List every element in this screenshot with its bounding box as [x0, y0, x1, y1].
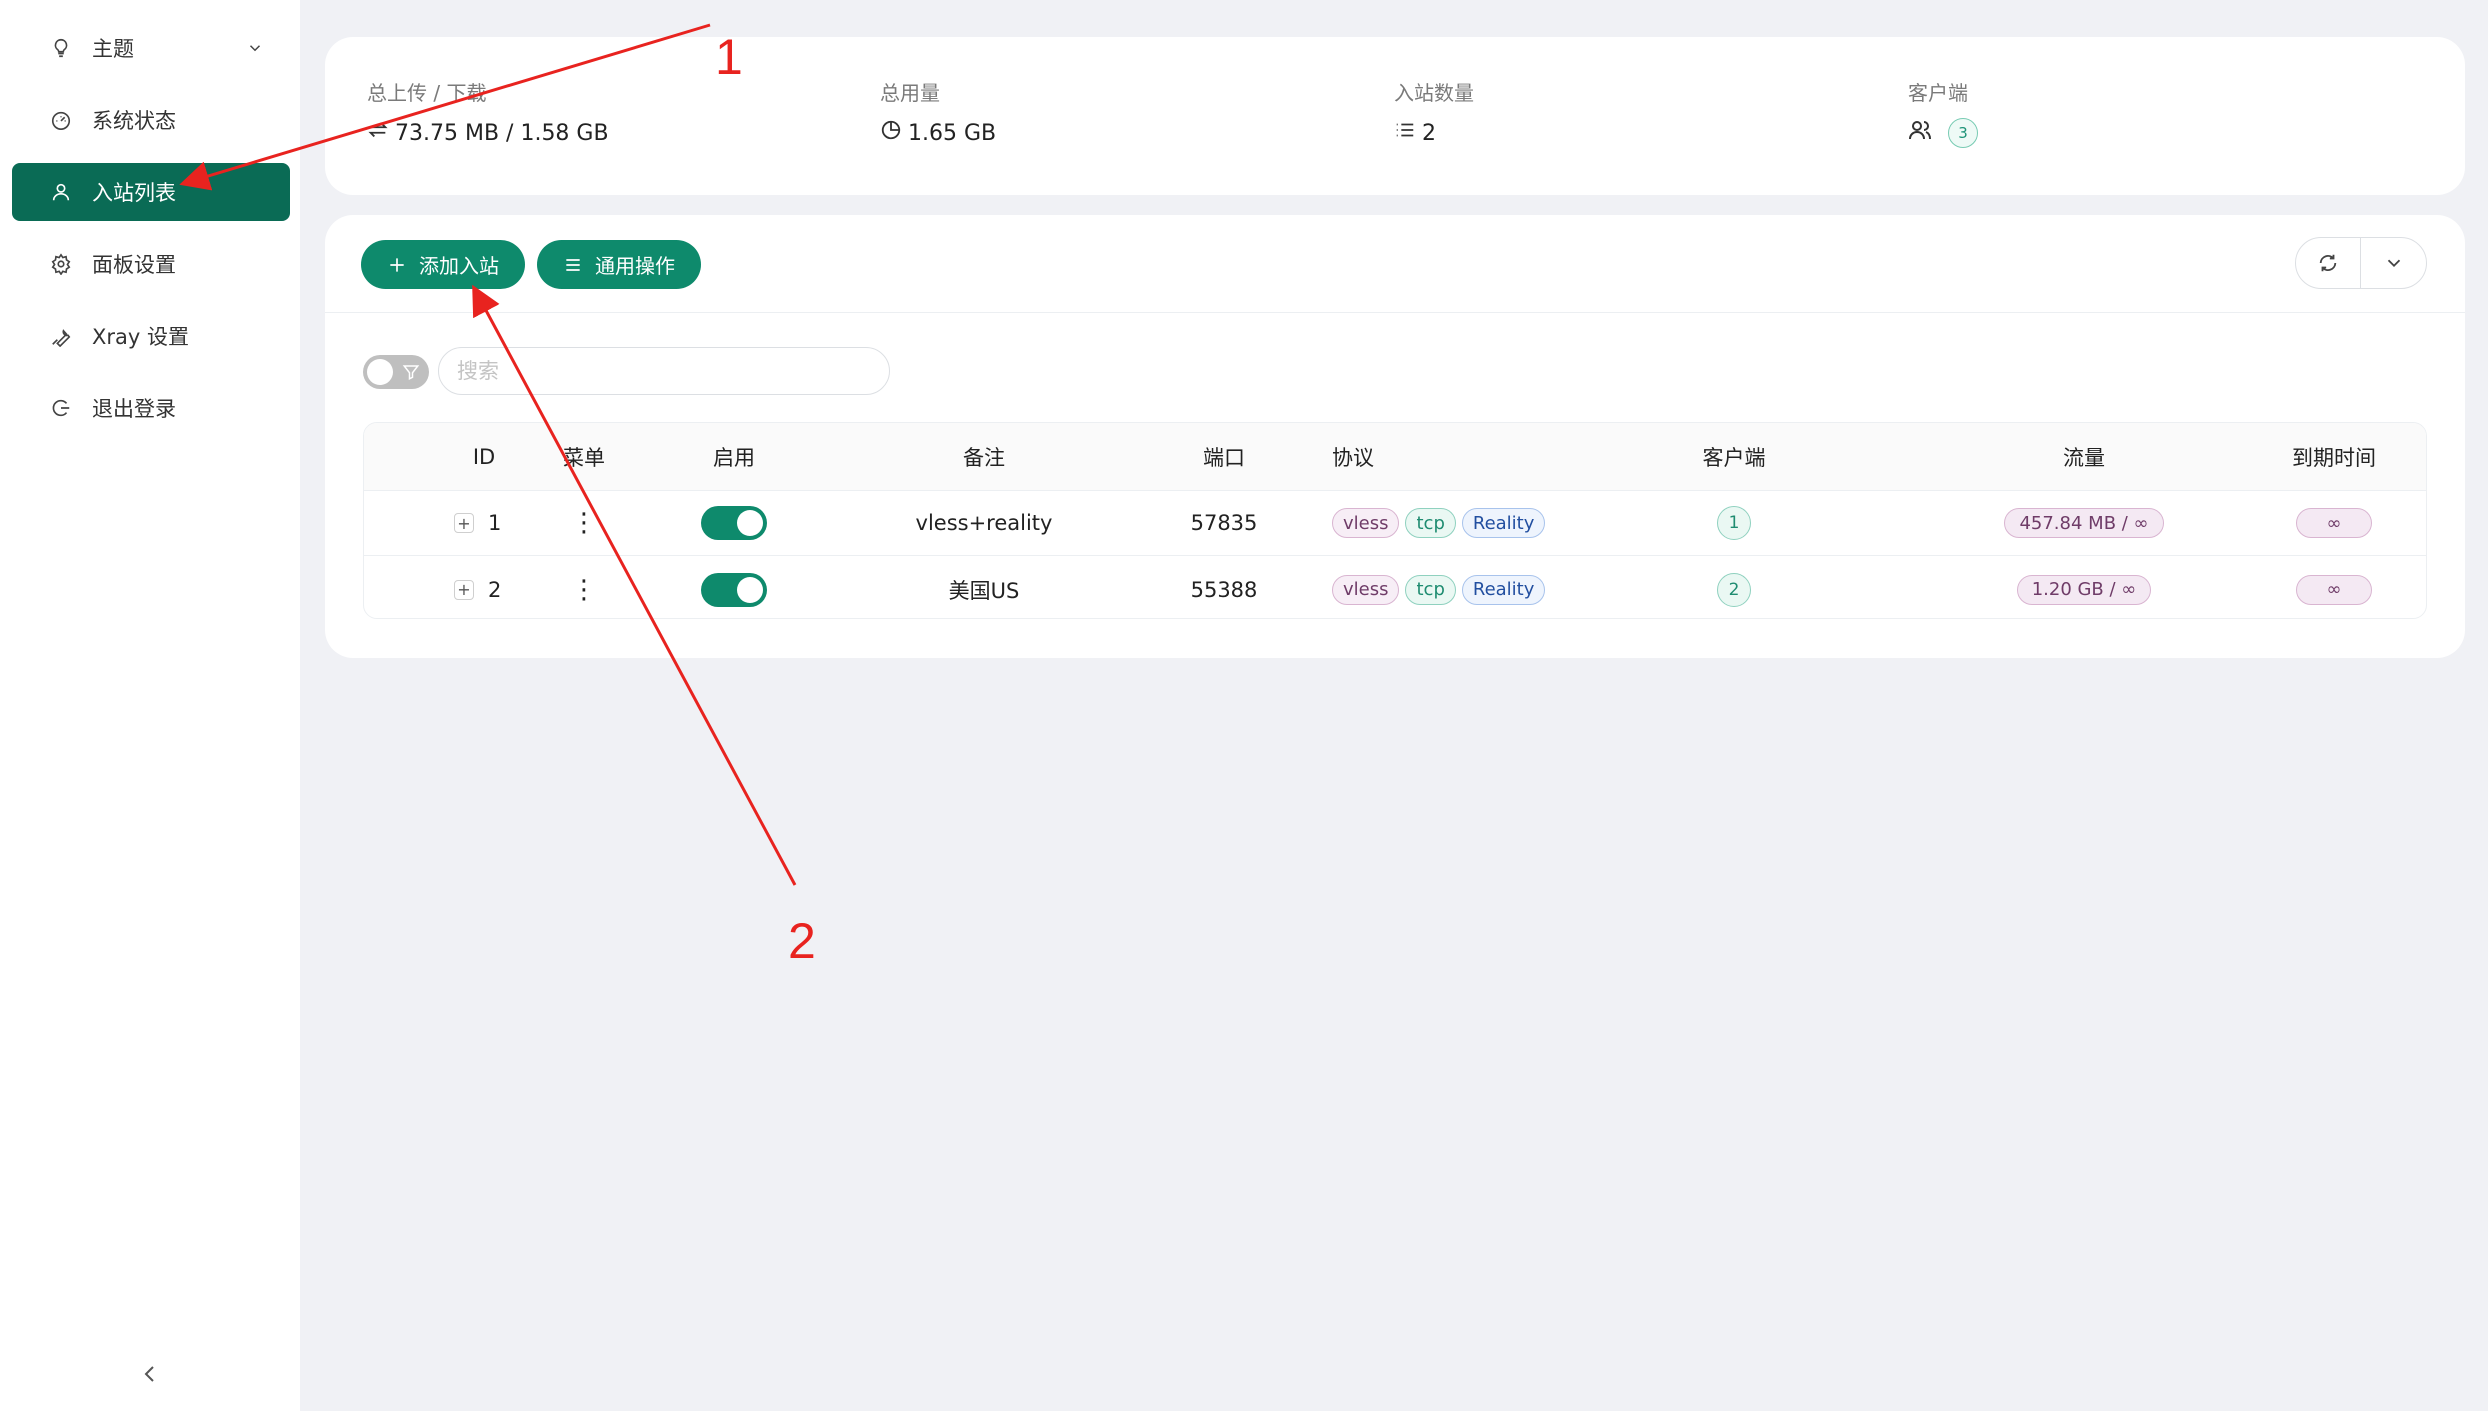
- menu-icon: [566, 258, 580, 271]
- filter-icon: [402, 363, 420, 385]
- stat-label: 客户端: [1908, 81, 1968, 105]
- stat-label: 总用量: [880, 81, 940, 105]
- clients-count-badge[interactable]: 2: [1717, 572, 1751, 607]
- list-icon: [1394, 119, 1422, 147]
- sidebar-item-inbounds[interactable]: 入站列表: [12, 163, 290, 221]
- sidebar-item-label: 面板设置: [92, 253, 176, 277]
- chevron-down-icon[interactable]: [2361, 238, 2426, 288]
- bulb-icon: [48, 35, 74, 61]
- sidebar: 主题 系统状态 入站列表 面板设置 Xray 设置 退出登录: [0, 0, 300, 1411]
- security-tag: Reality: [1461, 574, 1546, 605]
- row-id: 1: [488, 511, 502, 535]
- header-expiry: 到期时间: [2292, 445, 2376, 470]
- expiry-badge: ∞: [2296, 508, 2372, 538]
- refresh-icon[interactable]: [2296, 238, 2361, 288]
- annotation-arrows: [179, 23, 797, 886]
- stat-inbound-count: 入站数量 2: [1394, 79, 1474, 149]
- header-port: 端口: [1203, 445, 1245, 470]
- clients-count-badge: 3: [1948, 118, 1978, 148]
- users-icon: [1908, 118, 1938, 148]
- expand-row-icon[interactable]: +: [454, 579, 474, 600]
- security-tag: Reality: [1461, 508, 1546, 538]
- annotation-label-2: 2: [788, 913, 816, 969]
- protocol-tag: vless: [1332, 574, 1400, 605]
- stat-label: 总上传 / 下载: [367, 81, 487, 105]
- table-row: + 2 ⋮ 美国US 55388 vless tcp Reality 2 1.2…: [364, 557, 2426, 618]
- row-menu-icon[interactable]: ⋮: [544, 557, 624, 618]
- sidebar-item-system-status[interactable]: 系统状态: [12, 91, 290, 149]
- stats-card: 总上传 / 下载 73.75 MB / 1.58 GB 总用量 1.65 GB …: [325, 37, 2465, 195]
- expand-row-icon[interactable]: +: [454, 513, 474, 533]
- user-icon: [48, 179, 74, 205]
- row-port: 55388: [1190, 577, 1258, 602]
- enable-switch[interactable]: [701, 572, 767, 607]
- stat-total-usage: 总用量 1.65 GB: [880, 79, 996, 149]
- sidebar-item-label: 入站列表: [92, 181, 176, 205]
- header-enable: 启用: [713, 445, 755, 470]
- expiry-badge: ∞: [2296, 574, 2372, 605]
- sidebar-item-label: 退出登录: [92, 397, 176, 421]
- row-remark: 美国US: [948, 578, 1020, 603]
- row-menu-icon[interactable]: ⋮: [544, 491, 624, 555]
- stat-upload-download: 总上传 / 下载 73.75 MB / 1.58 GB: [367, 79, 609, 149]
- add-inbound-label: 添加入站: [419, 256, 499, 278]
- enable-switch[interactable]: [701, 506, 767, 540]
- stat-label: 入站数量: [1394, 81, 1474, 105]
- annotation-label-1: 1: [715, 29, 743, 85]
- row-id: 2: [488, 577, 502, 602]
- clients-count-badge[interactable]: 1: [1717, 506, 1751, 540]
- header-id: ID: [472, 444, 496, 469]
- traffic-badge: 457.84 MB / ∞: [2004, 508, 2164, 538]
- row-remark: vless+reality: [915, 511, 1053, 535]
- general-actions-button[interactable]: 通用操作: [537, 240, 701, 289]
- stat-clients: 客户端 3: [1908, 79, 1978, 149]
- inbounds-card: 添加入站 通用操作 ID 菜单 启用 备注 端口 协议 客户: [325, 215, 2465, 658]
- header-remark: 备注: [963, 445, 1005, 470]
- table-row: + 1 ⋮ vless+reality 57835 vless tcp Real…: [364, 491, 2426, 556]
- protocol-tag: vless: [1332, 508, 1400, 538]
- sidebar-item-panel-settings[interactable]: 面板设置: [12, 235, 290, 293]
- header-traffic: 流量: [2063, 445, 2105, 470]
- sidebar-item-label: Xray 设置: [92, 325, 189, 349]
- sidebar-item-label: 主题: [92, 37, 134, 61]
- sidebar-item-label: 系统状态: [92, 109, 176, 133]
- card-header: 添加入站 通用操作: [325, 215, 2465, 313]
- search-input[interactable]: [438, 347, 890, 395]
- collapse-sidebar-icon[interactable]: [138, 1362, 164, 1388]
- filter-toggle[interactable]: [363, 355, 429, 389]
- dashboard-icon: [48, 107, 74, 133]
- row-port: 57835: [1190, 511, 1258, 535]
- table-header: ID 菜单 启用 备注 端口 协议 客户端 流量 到期时间: [364, 423, 2426, 491]
- header-protocol: 协议: [1332, 445, 1374, 470]
- pie-chart-icon: [880, 119, 908, 147]
- swap-icon: [367, 119, 395, 147]
- add-inbound-button[interactable]: 添加入站: [361, 240, 525, 289]
- stat-value: 73.75 MB / 1.58 GB: [395, 120, 609, 146]
- network-tag: tcp: [1405, 574, 1456, 605]
- stat-value: 1.65 GB: [908, 120, 997, 146]
- logout-icon: [48, 395, 74, 421]
- inbounds-table: ID 菜单 启用 备注 端口 协议 客户端 流量 到期时间 + 1 ⋮ vles…: [363, 422, 2427, 619]
- general-actions-label: 通用操作: [595, 256, 675, 278]
- header-menu: 菜单: [563, 445, 605, 470]
- sidebar-item-theme[interactable]: 主题: [12, 19, 290, 77]
- refresh-group: [2295, 237, 2427, 289]
- plus-icon: [390, 257, 404, 272]
- gear-icon: [48, 251, 74, 277]
- chevron-down-icon: [246, 38, 264, 62]
- stat-value: 2: [1422, 120, 1436, 146]
- sidebar-item-xray-settings[interactable]: Xray 设置: [12, 307, 290, 365]
- header-clients: 客户端: [1702, 445, 1766, 470]
- sidebar-item-logout[interactable]: 退出登录: [12, 379, 290, 437]
- traffic-badge: 1.20 GB / ∞: [2016, 574, 2152, 605]
- network-tag: tcp: [1405, 508, 1456, 538]
- tool-icon: [48, 323, 74, 349]
